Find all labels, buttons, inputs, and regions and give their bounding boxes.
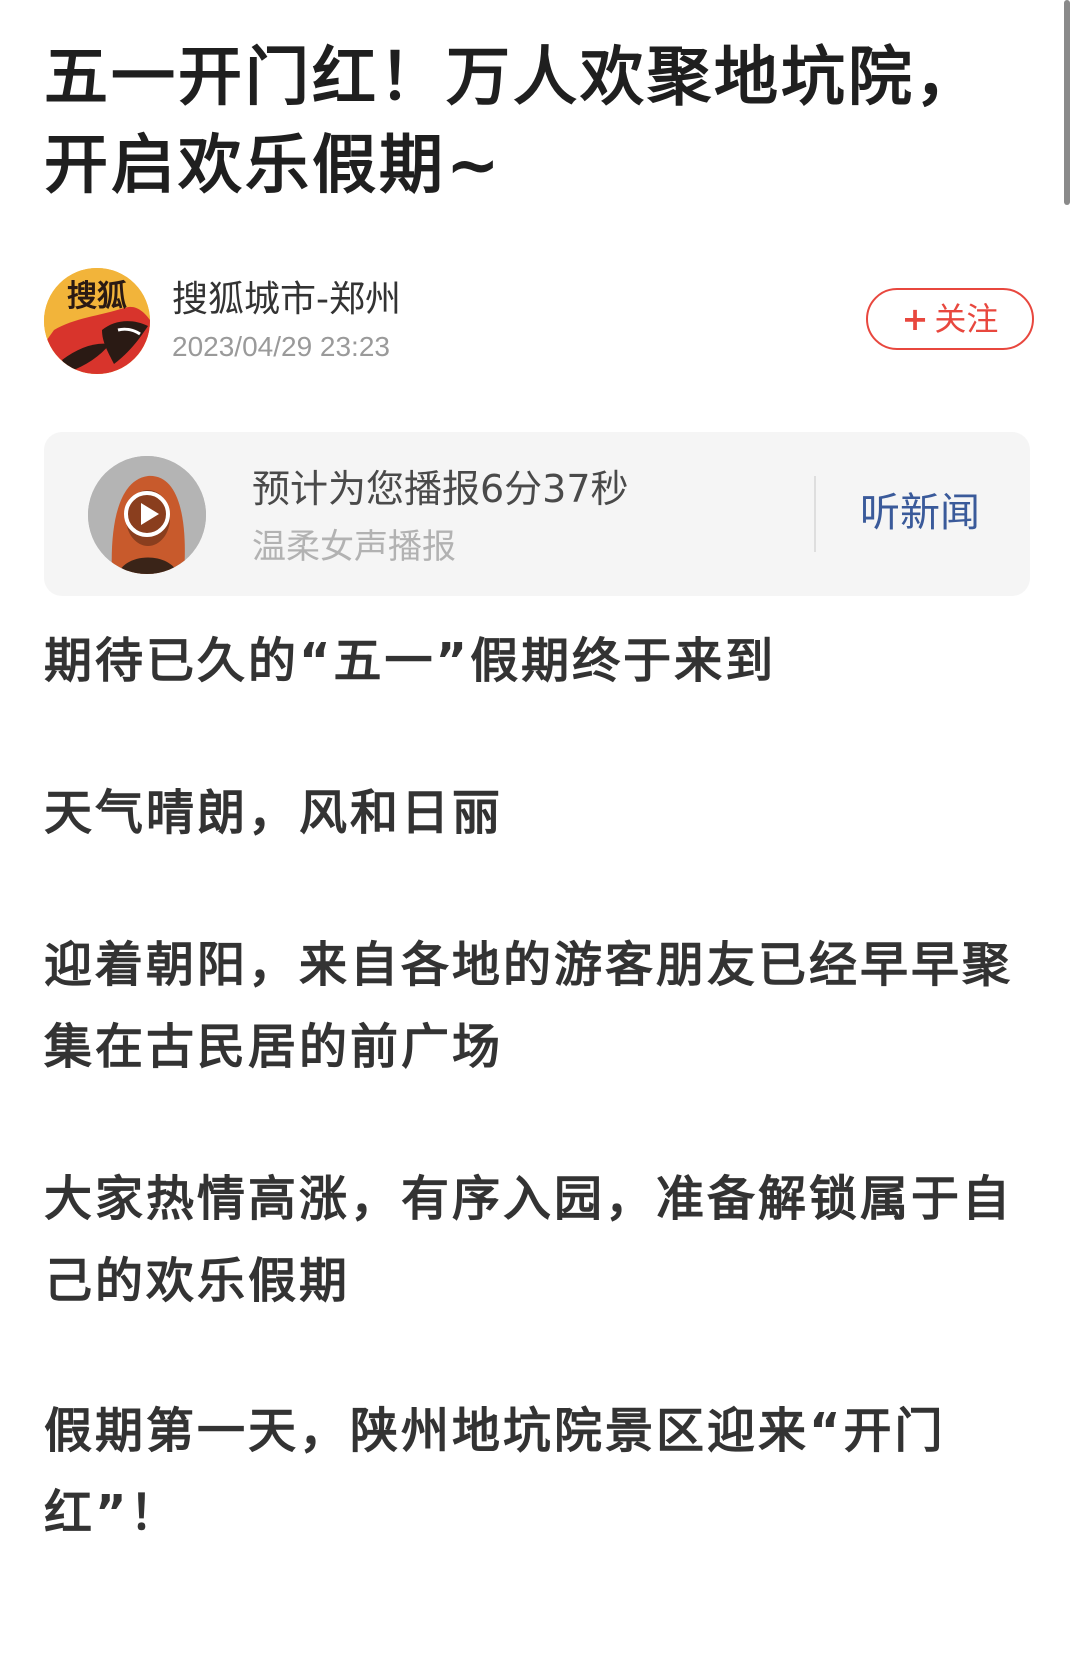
author-avatar[interactable]: 搜狐 (44, 268, 150, 374)
listen-news-button[interactable]: 听新闻 (860, 488, 980, 538)
sohu-fox-logo-icon: 搜狐 (44, 268, 150, 374)
author-bar: 搜狐 搜狐城市-郑州 2023/04/29 23:23 + 关注 (44, 268, 1036, 378)
author-name[interactable]: 搜狐城市-郑州 (172, 278, 401, 322)
paragraph: 假期第一天，陕州地坑院景区迎来“开门红”！ (44, 1403, 946, 1541)
audio-voice-type: 温柔女声播报 (252, 527, 456, 567)
paragraph: 期待已久的“五一”假期终于来到 (44, 633, 777, 689)
paragraph: 迎着朝阳，来自各地的游客朋友已经早早聚集在古民居的前广场 (44, 937, 1014, 1075)
follow-button[interactable]: + 关注 (866, 288, 1034, 350)
reader-avatar-play-button[interactable] (88, 456, 206, 574)
avatar-logo-text: 搜狐 (67, 279, 127, 314)
play-icon (88, 456, 206, 574)
article-title: 五一开门红！万人欢聚地坑院，开启欢乐假期~ (44, 41, 982, 203)
audio-divider (814, 476, 816, 552)
audio-duration-text: 预计为您播报6分37秒 (252, 467, 629, 511)
plus-icon: + (901, 300, 929, 338)
publish-time: 2023/04/29 23:23 (172, 331, 390, 362)
audio-broadcast-card[interactable]: 预计为您播报6分37秒 温柔女声播报 听新闻 (44, 432, 1030, 596)
paragraph: 天气晴朗，风和日丽 (44, 785, 504, 841)
paragraph: 大家热情高涨，有序入园，准备解锁属于自己的欢乐假期 (44, 1171, 1014, 1309)
follow-label: 关注 (934, 300, 999, 338)
scrollbar[interactable] (1064, 0, 1070, 205)
